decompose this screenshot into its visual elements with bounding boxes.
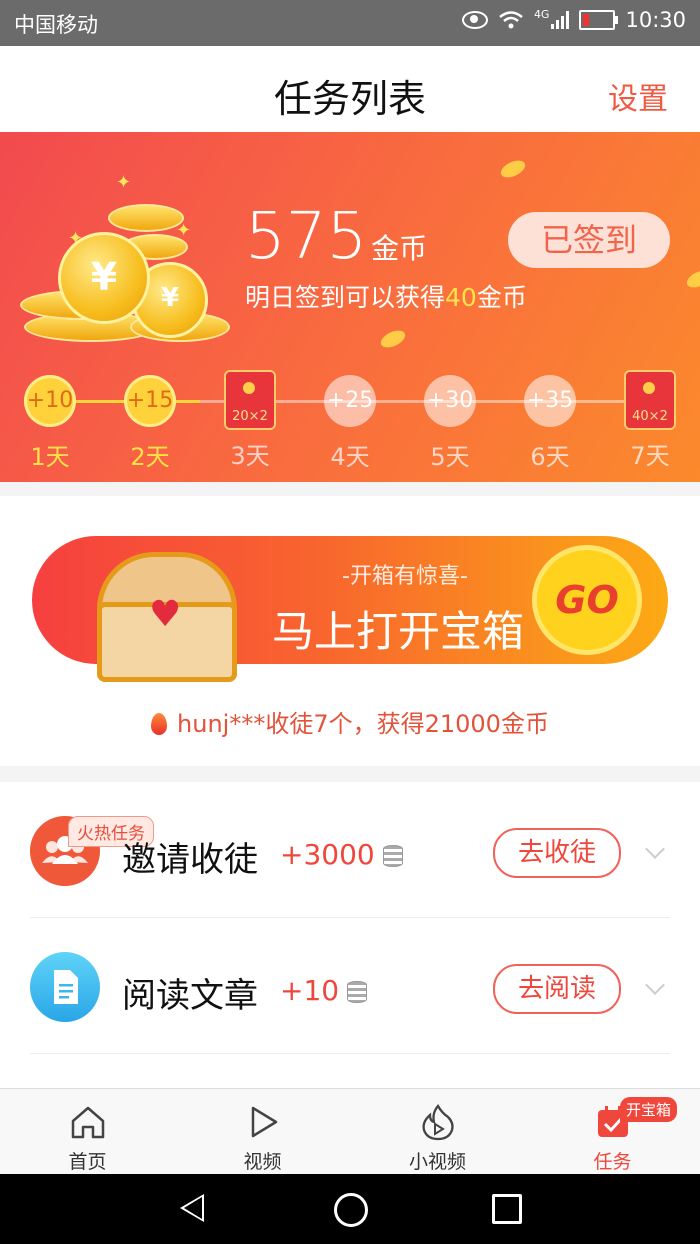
tomorrow-tip: 明日签到可以获得40金币: [245, 278, 527, 314]
coin-amount: 575: [245, 200, 368, 274]
go-button[interactable]: GO: [537, 550, 637, 650]
recent-apps-icon[interactable]: [492, 1194, 522, 1224]
status-bar: 中国移动 4G 10:30: [0, 0, 700, 46]
page-header: 任务列表 设置: [0, 46, 700, 132]
settings-button[interactable]: 设置: [608, 74, 668, 118]
page-title: 任务列表: [273, 77, 426, 121]
task-reward-value: +10: [280, 974, 340, 1007]
day-label: 5天: [430, 443, 470, 471]
treasure-subtitle: -开箱有惊喜-: [342, 564, 468, 589]
signed-in-button[interactable]: 已签到: [508, 212, 670, 268]
task-reward: +10: [280, 974, 368, 1007]
day-reward: 20×2: [232, 409, 268, 424]
open-chest-badge: 开宝箱: [620, 1097, 678, 1122]
fire-icon: [151, 713, 168, 735]
reward-ticker: hunj***收徒7个，获得21000金币: [0, 704, 700, 739]
treasure-chest-icon: ♥: [87, 552, 237, 682]
tab-label: 任务: [593, 1151, 632, 1173]
tab-label: 视频: [243, 1151, 282, 1173]
checkin-banner: ✦ ✦ ✦ ¥ ¥ 575 金币 明日签到可以获得40金币 已签到 +10 1天 +1…: [0, 132, 700, 482]
task-name: 邀请收徒: [122, 840, 258, 880]
tab-label: 首页: [68, 1151, 107, 1173]
tab-label: 小视频: [408, 1151, 466, 1173]
network-type: 4G: [533, 8, 550, 21]
task-reward: +3000: [280, 838, 403, 871]
divider: [30, 1053, 670, 1054]
eye-icon: [461, 11, 488, 29]
document-icon: [30, 952, 100, 1022]
day-reward: +10: [24, 375, 76, 427]
back-icon[interactable]: [180, 1194, 204, 1222]
treasure-title: 马上打开宝箱: [272, 607, 525, 656]
tab-video[interactable]: 视频: [175, 1089, 350, 1175]
checkin-day-2: +15 2天: [110, 375, 190, 472]
home-circle-icon[interactable]: [334, 1193, 368, 1227]
task-name: 阅读文章: [122, 976, 258, 1016]
read-button[interactable]: 去阅读: [493, 964, 621, 1014]
carrier-label: 中国移动: [14, 13, 98, 37]
coin-balance: 575 金币: [245, 200, 427, 274]
invite-button[interactable]: 去收徒: [493, 828, 621, 878]
tip-amount: 40: [445, 283, 477, 312]
wifi-icon: [499, 11, 523, 29]
day-label: 4天: [330, 443, 370, 471]
battery-icon: [579, 10, 619, 30]
day-label: 7天: [630, 442, 670, 470]
tip-suffix: 金币: [476, 283, 527, 312]
task-row-invite[interactable]: 火热任务 邀请收徒 +3000 去收徒: [0, 782, 700, 918]
day-label: 2天: [130, 443, 170, 471]
coin-stack-icon: [382, 845, 403, 867]
open-treasure-banner[interactable]: ♥ -开箱有惊喜- 马上打开宝箱 GO: [32, 536, 668, 682]
tab-short-video[interactable]: 小视频: [350, 1089, 525, 1175]
tab-home[interactable]: 首页: [0, 1089, 175, 1175]
day-reward: +35: [524, 375, 576, 427]
checkin-day-7: 40×2 7天: [610, 370, 690, 471]
day-label: 1天: [30, 443, 70, 471]
day-reward: +25: [324, 375, 376, 427]
task-list: 火热任务 邀请收徒 +3000 去收徒 阅读文章 +10 去阅读: [0, 782, 700, 1088]
home-icon: [71, 1106, 105, 1139]
day-reward: +30: [424, 375, 476, 427]
task-row-read[interactable]: 阅读文章 +10 去阅读: [0, 918, 700, 1054]
signal-icon: [551, 11, 570, 29]
checkin-day-4: +25 4天: [310, 375, 390, 472]
checkin-day-6: +35 6天: [510, 375, 590, 472]
treasure-section: ♥ -开箱有惊喜- 马上打开宝箱 GO hunj***收徒7个，获得21000金…: [0, 496, 700, 766]
play-icon: [251, 1106, 278, 1138]
task-reward-value: +3000: [280, 838, 375, 871]
clock: 10:30: [625, 8, 686, 32]
day-label: 3天: [230, 442, 270, 470]
chevron-down-icon[interactable]: [645, 975, 665, 995]
status-icons: 4G 10:30: [461, 8, 686, 32]
day-reward: 40×2: [632, 409, 668, 424]
coin-unit: 金币: [371, 232, 428, 265]
day-label: 6天: [530, 443, 570, 471]
chevron-down-icon[interactable]: [645, 839, 665, 859]
coin-stack-icon: [347, 981, 368, 1003]
flame-play-icon: [422, 1104, 454, 1141]
day-reward: +15: [124, 375, 176, 427]
gold-coins-illustration: ✦ ✦ ✦ ¥ ¥: [20, 162, 230, 352]
tip-prefix: 明日签到可以获得: [245, 283, 446, 312]
checkin-day-3: 20×2 3天: [210, 370, 290, 471]
checkin-day-1: +10 1天: [10, 375, 90, 472]
checkin-day-5: +30 5天: [410, 375, 490, 472]
red-packet-icon: 20×2: [224, 370, 276, 430]
system-nav-bar: [0, 1174, 700, 1244]
red-packet-icon: 40×2: [624, 370, 676, 430]
bottom-tab-bar: 首页 视频 小视频 任务 开宝箱: [0, 1088, 700, 1175]
ticker-text: hunj***收徒7个，获得21000金币: [177, 710, 549, 738]
